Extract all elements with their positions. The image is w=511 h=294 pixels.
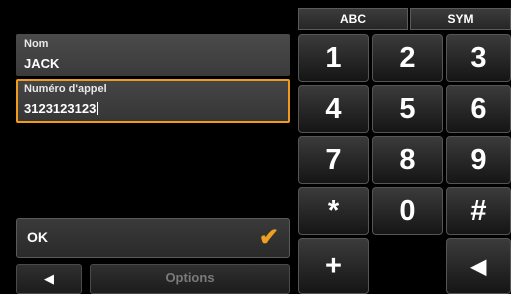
name-value: JACK <box>24 56 60 71</box>
backspace-icon: ◀ <box>470 255 487 278</box>
key-0[interactable]: 0 <box>372 187 443 235</box>
ok-label: OK <box>27 229 48 245</box>
back-arrow-icon: ◀ <box>44 271 54 286</box>
ok-button[interactable]: OK ✔ <box>16 218 290 258</box>
options-button[interactable]: Options <box>90 264 290 294</box>
text-cursor <box>97 102 99 115</box>
key-9[interactable]: 9 <box>446 136 511 184</box>
key-5[interactable]: 5 <box>372 85 443 133</box>
checkmark-icon: ✔ <box>258 224 279 251</box>
number-value: 3123123123 <box>24 101 99 116</box>
number-value-text: 3123123123 <box>24 101 97 116</box>
back-button[interactable]: ◀ <box>16 264 82 294</box>
name-field[interactable]: Nom JACK <box>16 34 290 76</box>
key-4[interactable]: 4 <box>298 85 369 133</box>
backspace-key[interactable]: ◀ <box>446 238 511 294</box>
key-3[interactable]: 3 <box>446 34 511 82</box>
key-6[interactable]: 6 <box>446 85 511 133</box>
tab-abc[interactable]: ABC <box>298 8 408 30</box>
number-label: Numéro d'appel <box>24 83 107 95</box>
options-label: Options <box>165 270 215 285</box>
key-plus[interactable]: + <box>298 238 369 294</box>
tab-sym[interactable]: SYM <box>410 8 511 30</box>
key-star[interactable]: * <box>298 187 369 235</box>
name-label: Nom <box>24 38 49 50</box>
number-field[interactable]: Numéro d'appel 3123123123 <box>16 79 290 123</box>
key-2[interactable]: 2 <box>372 34 443 82</box>
key-hash[interactable]: # <box>446 187 511 235</box>
key-7[interactable]: 7 <box>298 136 369 184</box>
key-8[interactable]: 8 <box>372 136 443 184</box>
key-blank[interactable] <box>372 238 443 294</box>
key-1[interactable]: 1 <box>298 34 369 82</box>
